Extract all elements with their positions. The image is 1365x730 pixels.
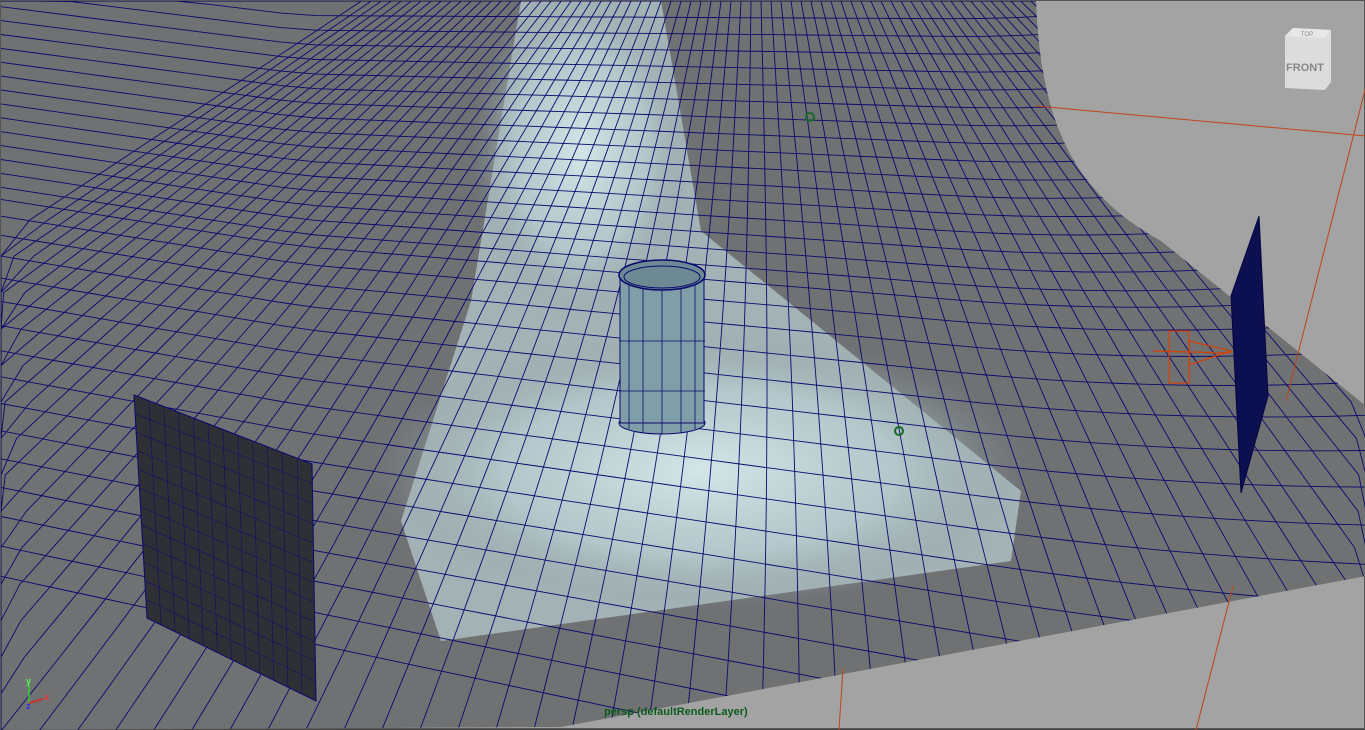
grid-line [1340,1,1365,730]
perspective-viewport[interactable]: TOP FRONT y x z persp (defaultRenderLaye… [0,0,1365,729]
grid-line [1360,1,1365,730]
axis-x-label: x [44,692,49,702]
cylinder-object[interactable] [619,260,705,434]
axis-indicator: y x z [15,675,55,711]
view-cube-top-label[interactable]: TOP [1301,32,1313,38]
camera-label: persp (defaultRenderLayer) [604,706,748,718]
axis-y-label: y [26,676,31,686]
view-cube-front-label[interactable]: FRONT [1286,62,1324,74]
grid-line [1350,1,1365,730]
grid-line [1310,1,1365,730]
scene[interactable] [1,1,1365,730]
axis-z-label: z [26,701,31,711]
grid-line [1320,1,1365,730]
view-cube[interactable]: TOP FRONT [1285,28,1333,90]
